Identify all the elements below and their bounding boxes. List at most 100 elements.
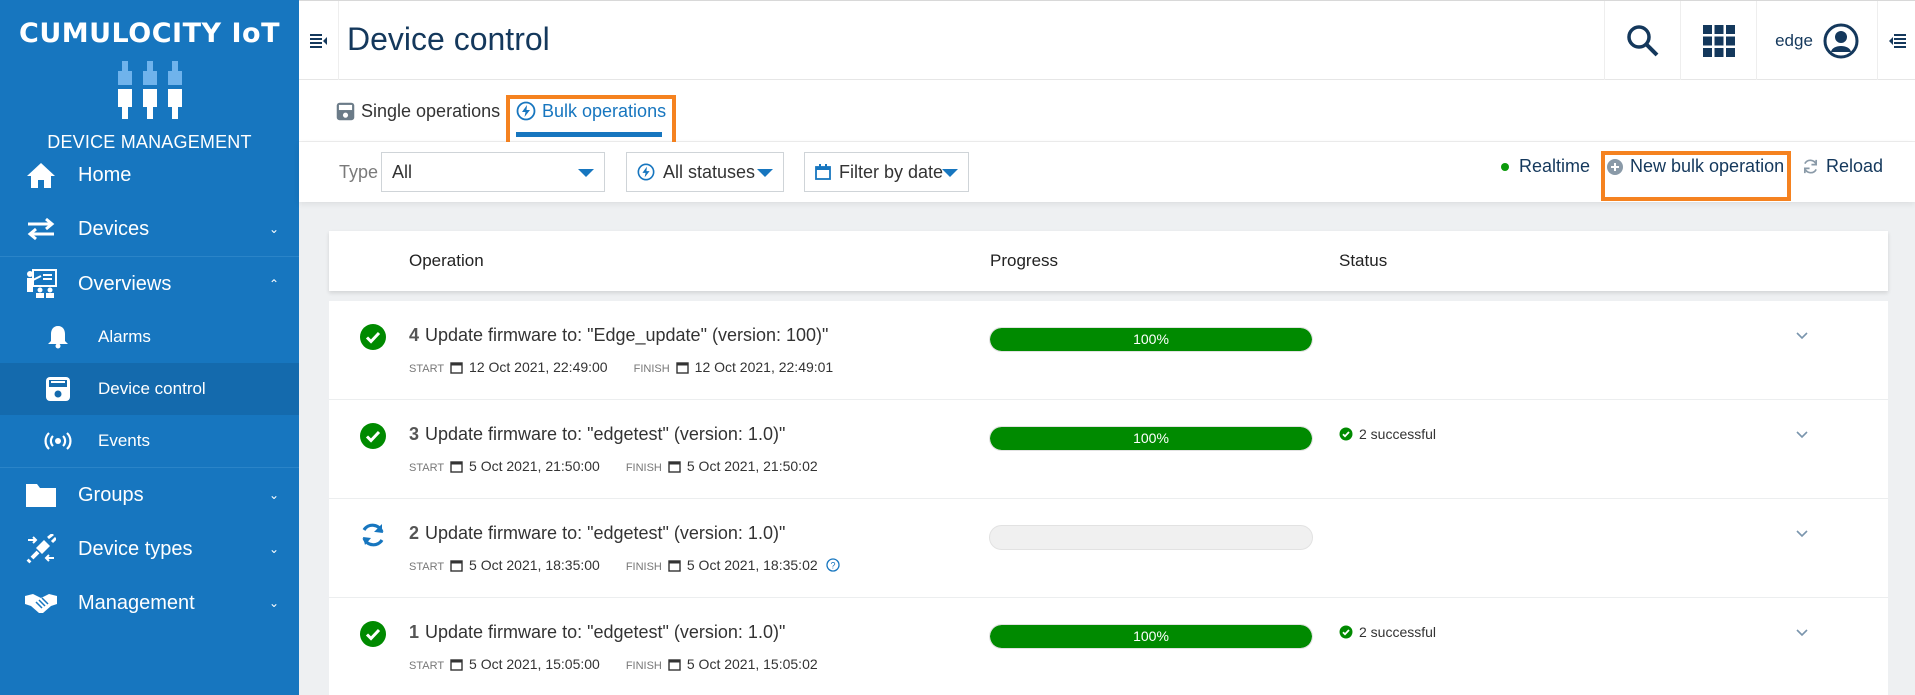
home-icon <box>24 160 58 190</box>
app-switcher-button[interactable] <box>1680 1 1756 80</box>
apps-grid-icon <box>1702 24 1735 57</box>
type-select[interactable]: All <box>381 152 605 192</box>
search-button[interactable] <box>1604 1 1680 80</box>
sidebar-item-alarms[interactable]: Alarms <box>0 311 299 363</box>
sidebar-item-label: Device control <box>98 379 206 398</box>
svg-text:?: ? <box>830 561 835 571</box>
device-management-logo-icon <box>117 61 182 119</box>
sidebar-item-device-control[interactable]: Device control <box>0 363 299 415</box>
finish-time: 12 Oct 2021, 22:49:01 <box>694 359 834 375</box>
tab-single-operations[interactable]: Single operations <box>336 80 500 142</box>
operation-row-2[interactable]: 2 Update firmware to: "edgetest" (version… <box>329 499 1888 598</box>
operation-name: Update firmware to: "Edge_update" (versi… <box>425 325 829 345</box>
caret-down-icon <box>578 169 594 177</box>
operation-name: Update firmware to: "edgetest" (version:… <box>425 424 786 444</box>
expand-row-chevron-icon[interactable] <box>1796 329 1808 343</box>
start-time: 12 Oct 2021, 22:49:00 <box>469 359 608 375</box>
sidebar-item-devices[interactable]: Devices ⌄ <box>0 202 299 256</box>
bell-icon <box>44 324 72 350</box>
sidebar-item-device-types[interactable]: Device types ⌄ <box>0 522 299 576</box>
help-icon[interactable]: ? <box>825 558 840 572</box>
operations-table-header: Operation Progress Status <box>329 231 1888 291</box>
start-time: 5 Oct 2021, 21:50:00 <box>469 458 600 474</box>
calendar-icon <box>668 559 681 572</box>
caret-down-icon <box>942 169 958 177</box>
finish-label: FINISH <box>625 462 662 474</box>
sidebar-item-home[interactable]: Home <box>0 148 299 202</box>
success-check-icon <box>359 422 387 450</box>
operation-id: 2 <box>409 523 420 543</box>
operation-row-4[interactable]: 4 Update firmware to: "Edge_update" (vers… <box>329 301 1888 400</box>
bolt-circle-icon <box>637 163 655 181</box>
device-control-icon <box>336 102 355 121</box>
date-filter-dropdown[interactable]: Filter by date <box>804 152 969 192</box>
start-time: 5 Oct 2021, 18:35:00 <box>469 557 600 573</box>
calendar-icon <box>450 361 463 374</box>
type-label: Type <box>339 162 379 182</box>
finish-time: 5 Oct 2021, 21:50:02 <box>686 458 818 474</box>
filter-toolbar: Type All All statuses Filter by date Rea… <box>299 142 1915 202</box>
realtime-toggle[interactable]: Realtime <box>1501 156 1590 177</box>
progress-bar: 100% <box>989 426 1313 451</box>
progress-bar: 100% <box>989 624 1313 649</box>
status-text: 2 successful <box>1359 624 1437 640</box>
sidebar-item-label: Device types <box>78 537 193 560</box>
row-status: 2 successful <box>1339 624 1436 640</box>
row-status: 2 successful <box>1339 426 1436 442</box>
right-drawer-toggle[interactable] <box>1877 1 1915 80</box>
status-filter-dropdown[interactable]: All statuses <box>626 152 784 192</box>
start-time: 5 Oct 2021, 15:05:00 <box>469 656 600 672</box>
start-label: START <box>409 561 445 573</box>
sidebar-item-events[interactable]: Events <box>0 415 299 467</box>
operations-list: 4 Update firmware to: "Edge_update" (vers… <box>329 301 1888 695</box>
operation-name: Update firmware to: "edgetest" (version:… <box>425 622 786 642</box>
page-title: Device control <box>347 21 550 57</box>
tab-label: Single operations <box>361 100 501 121</box>
sidebar-item-label: Home <box>78 163 132 186</box>
calendar-icon <box>668 460 681 473</box>
operation-id: 3 <box>409 424 420 444</box>
realtime-status-dot <box>1501 162 1509 171</box>
sidebar-item-label: Management <box>78 591 195 614</box>
operation-times: START 12 Oct 2021, 22:49:00 FINISH 12 Oc… <box>409 359 833 375</box>
sidebar-item-label: Events <box>98 431 150 450</box>
operation-times: START 5 Oct 2021, 15:05:00 FINISH 5 Oct … <box>409 656 818 672</box>
start-label: START <box>409 462 445 474</box>
column-header-status: Status <box>1339 251 1388 270</box>
finish-time: 5 Oct 2021, 18:35:02 <box>686 557 818 573</box>
success-check-icon <box>359 620 387 648</box>
status-filter-value: All statuses <box>663 161 756 182</box>
sidebar-group-overviews: Overviews ⌃ Alarms Device control Events <box>0 256 299 468</box>
expand-row-chevron-icon[interactable] <box>1796 626 1808 640</box>
chevron-down-icon[interactable]: ⌄ <box>269 222 279 236</box>
column-header-progress: Progress <box>990 251 1059 270</box>
user-menu-button[interactable]: edge <box>1756 1 1877 80</box>
highlight-box-bulk-operations <box>506 95 676 147</box>
reload-button[interactable]: Reload <box>1802 156 1883 177</box>
sidebar: CUMULOCITY IoT DEVICE MANAGEMENT Home De… <box>0 0 299 695</box>
collapse-menu-button[interactable] <box>299 1 339 80</box>
sidebar-item-label: Overviews <box>78 272 172 295</box>
chevron-down-icon[interactable]: ⌄ <box>269 488 279 502</box>
user-avatar-icon <box>1823 23 1859 58</box>
drawer-toggle-icon <box>1888 33 1906 48</box>
highlight-box-new-bulk-operation <box>1601 151 1791 201</box>
operation-row-1[interactable]: 1 Update firmware to: "edgetest" (version… <box>329 598 1888 695</box>
operation-row-3[interactable]: 3 Update firmware to: "edgetest" (version… <box>329 400 1888 499</box>
type-select-value: All <box>392 161 413 182</box>
expand-row-chevron-icon[interactable] <box>1796 428 1808 442</box>
broadcast-icon <box>44 428 72 454</box>
sidebar-item-groups[interactable]: Groups ⌄ <box>0 468 299 522</box>
chevron-down-icon[interactable]: ⌄ <box>269 542 279 556</box>
expand-row-chevron-icon[interactable] <box>1796 527 1808 541</box>
sidebar-item-overviews[interactable]: Overviews ⌃ <box>0 257 299 311</box>
operation-title: 3 Update firmware to: "edgetest" (version… <box>409 424 785 445</box>
realtime-label: Realtime <box>1519 156 1591 176</box>
operation-title: 2 Update firmware to: "edgetest" (version… <box>409 523 785 544</box>
sidebar-item-management[interactable]: Management ⌄ <box>0 576 299 630</box>
chevron-up-icon[interactable]: ⌃ <box>269 277 279 291</box>
chevron-down-icon[interactable]: ⌄ <box>269 596 279 610</box>
success-check-icon <box>1339 625 1353 639</box>
brand: CUMULOCITY IoT DEVICE MANAGEMENT <box>0 0 299 152</box>
finish-label: FINISH <box>625 660 662 672</box>
